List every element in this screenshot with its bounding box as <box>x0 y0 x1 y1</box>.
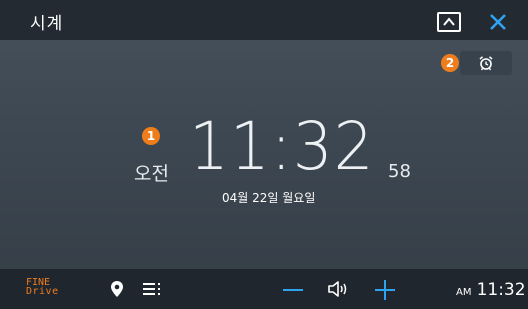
alarm-clock-icon <box>479 56 493 71</box>
speaker-icon[interactable] <box>327 280 349 298</box>
plus-icon[interactable] <box>375 280 395 300</box>
close-icon[interactable] <box>488 12 508 32</box>
app-title: 시계 <box>30 14 64 34</box>
clock-screen: 시계 2 1 오전 11:32 58 04월 22일 월요일 FINE Driv… <box>0 0 528 309</box>
clock-seconds: 58 <box>388 161 411 182</box>
clock-date: 04월 22일 월요일 <box>222 191 316 205</box>
logo-line-2: Drive <box>26 286 59 297</box>
finedrive-logo[interactable]: FINE Drive <box>26 278 66 297</box>
map-pin-icon[interactable] <box>110 280 124 298</box>
status-clock: AM 11:32 <box>456 280 526 300</box>
status-time: 11:32 <box>476 280 526 300</box>
bottom-bar <box>0 269 528 309</box>
status-ampm: AM <box>456 287 472 298</box>
clock-time: 11:32 <box>189 108 375 185</box>
callout-marker-1: 1 <box>142 127 160 145</box>
minus-icon[interactable] <box>283 288 303 292</box>
title-bar: 시계 <box>0 0 528 40</box>
clock-ampm: 오전 <box>134 163 169 185</box>
chevron-up-icon <box>443 17 455 26</box>
menu-icon[interactable] <box>143 281 161 297</box>
collapse-button[interactable] <box>437 12 461 32</box>
alarm-button[interactable] <box>460 51 512 75</box>
callout-marker-2: 2 <box>441 54 459 72</box>
